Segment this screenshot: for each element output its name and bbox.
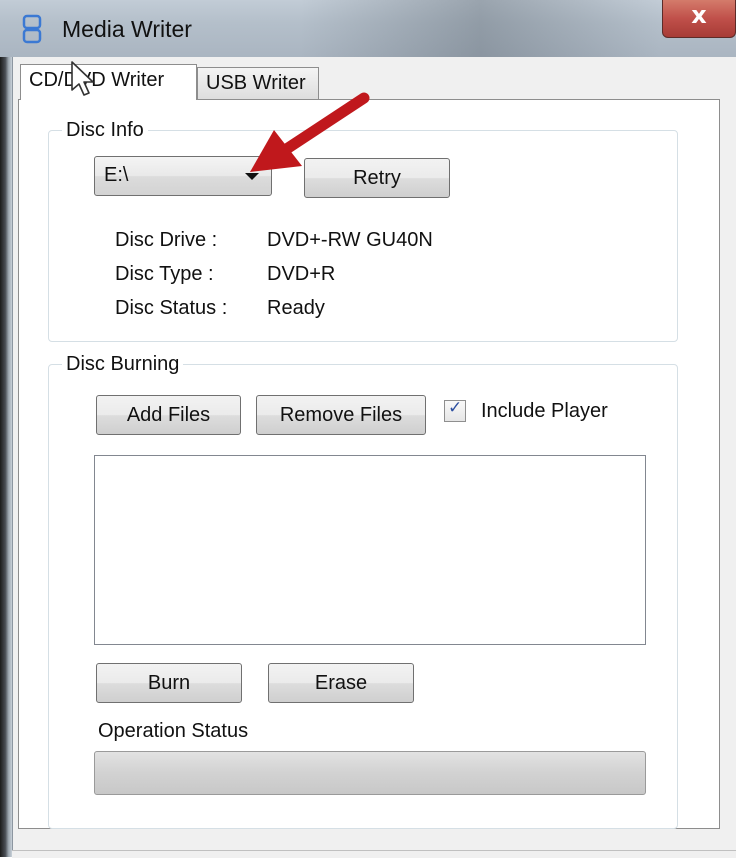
- close-icon: x: [691, 1, 707, 29]
- operation-progress-bar: [94, 751, 646, 795]
- annotation-arrow-icon: [250, 92, 370, 172]
- disc-info-legend: Disc Info: [62, 119, 148, 142]
- drive-select-value: E:\: [104, 164, 129, 186]
- files-list[interactable]: [94, 455, 646, 645]
- erase-button[interactable]: Erase: [268, 663, 414, 703]
- include-player-label[interactable]: Include Player: [481, 400, 608, 423]
- disc-type-label: Disc Type :: [115, 263, 214, 285]
- tab-cd-dvd-writer[interactable]: CD/DVD Writer: [20, 64, 197, 100]
- title-bar-shade: [300, 0, 660, 57]
- title-bar[interactable]: Media Writer x: [0, 0, 736, 57]
- operation-status-label: Operation Status: [98, 720, 249, 742]
- disc-type-value: DVD+R: [267, 263, 336, 285]
- close-button[interactable]: x: [662, 0, 736, 38]
- mouse-cursor-icon: [71, 61, 94, 96]
- app-icon: [22, 14, 42, 44]
- disc-drive-label: Disc Drive :: [115, 229, 218, 251]
- disc-burning-legend: Disc Burning: [62, 353, 184, 376]
- window-frame-left: [0, 0, 12, 857]
- add-files-button[interactable]: Add Files: [96, 395, 241, 435]
- disc-status-label: Disc Status :: [115, 297, 228, 319]
- burn-button[interactable]: Burn: [96, 663, 242, 703]
- remove-files-button[interactable]: Remove Files: [256, 395, 426, 435]
- disc-status-value: Ready: [267, 297, 325, 319]
- window-title: Media Writer: [62, 16, 192, 42]
- checkmark-icon: ✓: [448, 398, 463, 418]
- tab-label: CD/DVD Writer: [29, 69, 165, 91]
- disc-drive-value: DVD+-RW GU40N: [267, 229, 433, 251]
- include-player-checkbox[interactable]: ✓: [444, 398, 466, 422]
